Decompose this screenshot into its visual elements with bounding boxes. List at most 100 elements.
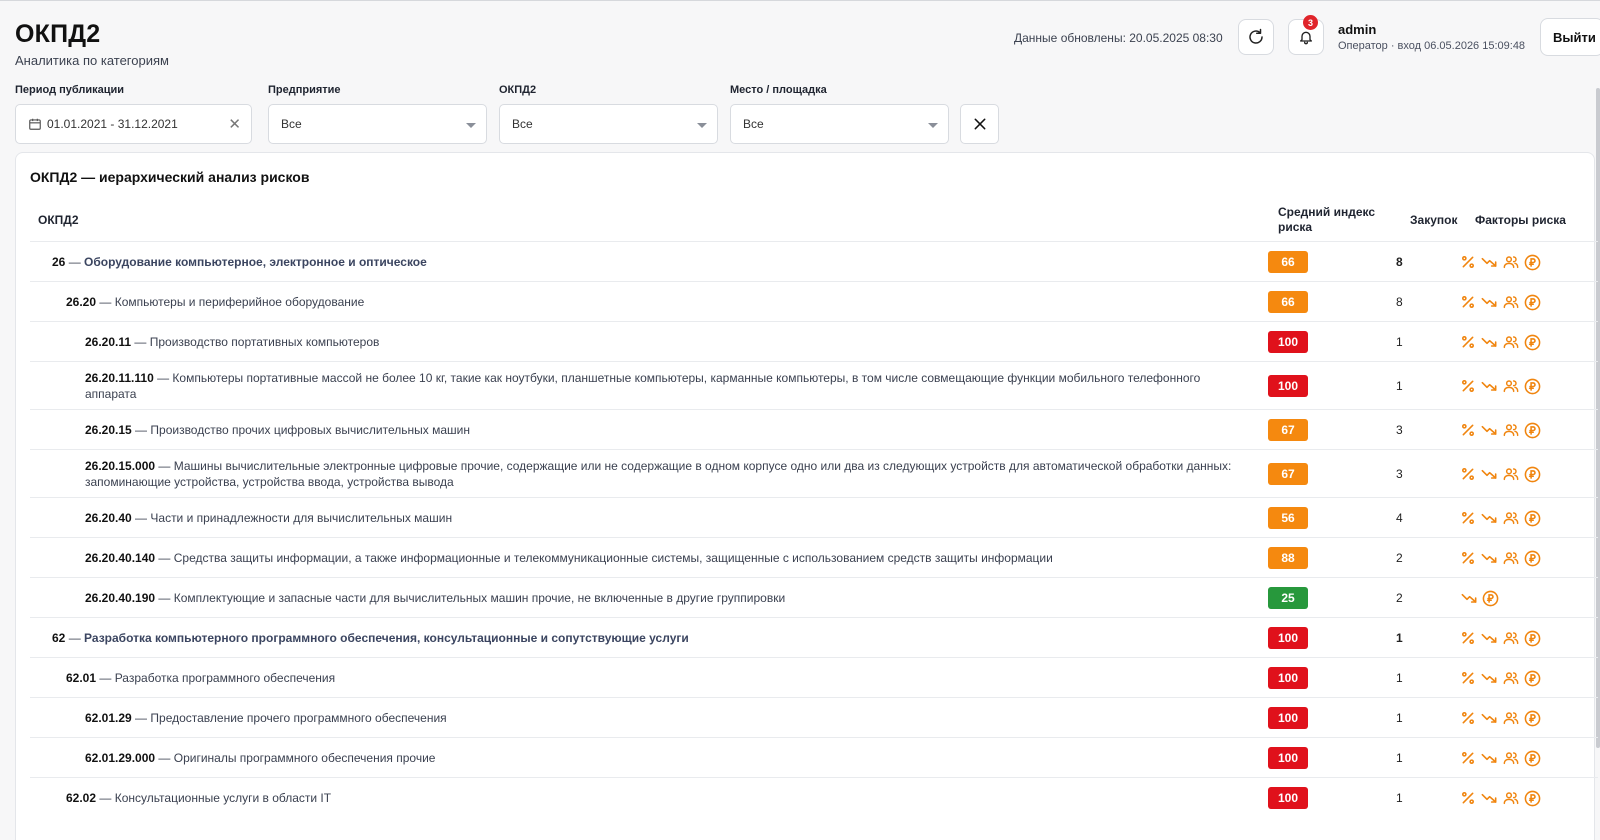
table-row[interactable]: 62.01.29.000 — Оригиналы программного об… xyxy=(30,737,1598,777)
reset-filters-button[interactable] xyxy=(960,104,999,144)
users-icon[interactable] xyxy=(1502,710,1520,726)
table-row[interactable]: 26.20.40.190 — Комплектующие и запасные … xyxy=(30,577,1598,617)
table-row[interactable]: 62.01.29 — Предоставление прочего програ… xyxy=(30,697,1598,737)
risk-factors xyxy=(1460,510,1541,527)
users-icon[interactable] xyxy=(1502,254,1520,270)
okpd-filter-select[interactable]: Все xyxy=(499,104,718,144)
table-row[interactable]: 26.20.15.000 — Машины вычислительные эле… xyxy=(30,449,1598,497)
trend-down-icon[interactable] xyxy=(1480,750,1498,766)
okpd-code: 62.01.29.000 xyxy=(85,750,156,765)
percent-icon[interactable] xyxy=(1460,710,1476,726)
percent-icon[interactable] xyxy=(1460,254,1476,270)
trend-down-icon[interactable] xyxy=(1480,254,1498,270)
trend-down-icon[interactable] xyxy=(1480,710,1498,726)
trend-down-icon[interactable] xyxy=(1480,334,1498,350)
risk-index-badge: 100 xyxy=(1268,375,1308,397)
users-icon[interactable] xyxy=(1502,466,1520,482)
chevron-down-icon xyxy=(928,122,938,128)
percent-icon[interactable] xyxy=(1460,630,1476,646)
percent-icon[interactable] xyxy=(1460,550,1476,566)
refresh-button[interactable] xyxy=(1238,19,1274,55)
risk-factors xyxy=(1460,750,1541,767)
risk-factors xyxy=(1460,254,1541,271)
trend-down-icon[interactable] xyxy=(1480,790,1498,806)
percent-icon[interactable] xyxy=(1460,670,1476,686)
users-icon[interactable] xyxy=(1502,790,1520,806)
trend-down-icon[interactable] xyxy=(1480,550,1498,566)
trend-down-icon[interactable] xyxy=(1480,466,1498,482)
table-row[interactable]: 26.20 — Компьютеры и периферийное оборуд… xyxy=(30,281,1598,321)
okpd-description: Консультационные услуги в области IT xyxy=(114,790,332,805)
table-row[interactable]: 62 — Разработка компьютерного программно… xyxy=(30,617,1598,657)
purchase-count: 8 xyxy=(1396,295,1403,309)
ruble-coin-icon[interactable] xyxy=(1524,254,1541,271)
risk-factors xyxy=(1460,670,1541,687)
trend-down-icon[interactable] xyxy=(1480,294,1498,310)
ruble-coin-icon[interactable] xyxy=(1524,510,1541,527)
trend-down-icon[interactable] xyxy=(1480,630,1498,646)
okpd-name-cell: 26.20.15.000 — Машины вычислительные эле… xyxy=(85,458,1232,489)
ruble-coin-icon[interactable] xyxy=(1524,790,1541,807)
okpd-name-cell: 62 — Разработка компьютерного программно… xyxy=(52,630,689,645)
users-icon[interactable] xyxy=(1502,630,1520,646)
risk-index-badge: 100 xyxy=(1268,667,1308,689)
percent-icon[interactable] xyxy=(1460,466,1476,482)
ruble-coin-icon[interactable] xyxy=(1524,710,1541,727)
okpd-name-cell: 26 — Оборудование компьютерное, электрон… xyxy=(52,254,427,269)
ruble-coin-icon[interactable] xyxy=(1482,590,1499,607)
notifications-button[interactable]: 3 xyxy=(1288,15,1324,55)
table-row[interactable]: 26.20.11 — Производство портативных комп… xyxy=(30,321,1598,361)
bell-icon xyxy=(1300,31,1312,45)
trend-down-icon[interactable] xyxy=(1480,510,1498,526)
ruble-coin-icon[interactable] xyxy=(1524,466,1541,483)
users-icon[interactable] xyxy=(1502,422,1520,438)
okpd-name-cell: 26.20.11 — Производство портативных комп… xyxy=(85,334,380,349)
table-row[interactable]: 26 — Оборудование компьютерное, электрон… xyxy=(30,241,1598,281)
percent-icon[interactable] xyxy=(1460,422,1476,438)
percent-icon[interactable] xyxy=(1460,510,1476,526)
trend-down-icon[interactable] xyxy=(1460,590,1478,606)
users-icon[interactable] xyxy=(1502,294,1520,310)
page-subtitle: Аналитика по категориям xyxy=(15,53,169,68)
table-row[interactable]: 62.02 — Консультационные услуги в област… xyxy=(30,777,1598,817)
okpd-description: Части и принадлежности для вычислительны… xyxy=(150,510,453,525)
table-row[interactable]: 26.20.40.140 — Средства защиты информаци… xyxy=(30,537,1598,577)
users-icon[interactable] xyxy=(1502,550,1520,566)
table-row[interactable]: 26.20.40 — Части и принадлежности для вы… xyxy=(30,497,1598,537)
users-icon[interactable] xyxy=(1502,750,1520,766)
table-row[interactable]: 26.20.11.110 — Компьютеры портативные ма… xyxy=(30,361,1598,409)
percent-icon[interactable] xyxy=(1460,294,1476,310)
users-icon[interactable] xyxy=(1502,670,1520,686)
trend-down-icon[interactable] xyxy=(1480,422,1498,438)
trend-down-icon[interactable] xyxy=(1480,670,1498,686)
place-filter-select[interactable]: Все xyxy=(730,104,949,144)
period-filter-input[interactable]: 01.01.2021 - 31.12.2021 ✕ xyxy=(15,104,252,144)
ruble-coin-icon[interactable] xyxy=(1524,294,1541,311)
okpd-code: 26.20.40.190 xyxy=(85,590,156,605)
percent-icon[interactable] xyxy=(1460,378,1476,394)
okpd-code: 26.20.40 xyxy=(85,510,132,525)
user-name: admin xyxy=(1338,22,1377,37)
table-row[interactable]: 62.01 — Разработка программного обеспече… xyxy=(30,657,1598,697)
table-row[interactable]: 26.20.15 — Производство прочих цифровых … xyxy=(30,409,1598,449)
percent-icon[interactable] xyxy=(1460,334,1476,350)
users-icon[interactable] xyxy=(1502,378,1520,394)
users-icon[interactable] xyxy=(1502,334,1520,350)
logout-button[interactable]: Выйти xyxy=(1540,18,1600,56)
company-filter-select[interactable]: Все xyxy=(268,104,487,144)
ruble-coin-icon[interactable] xyxy=(1524,750,1541,767)
ruble-coin-icon[interactable] xyxy=(1524,630,1541,647)
ruble-coin-icon[interactable] xyxy=(1524,550,1541,567)
percent-icon[interactable] xyxy=(1460,750,1476,766)
ruble-coin-icon[interactable] xyxy=(1524,334,1541,351)
chevron-down-icon xyxy=(697,122,707,128)
ruble-coin-icon[interactable] xyxy=(1524,378,1541,395)
risk-factors xyxy=(1460,710,1541,727)
users-icon[interactable] xyxy=(1502,510,1520,526)
percent-icon[interactable] xyxy=(1460,790,1476,806)
trend-down-icon[interactable] xyxy=(1480,378,1498,394)
risk-factors xyxy=(1460,334,1541,351)
clear-period-icon[interactable]: ✕ xyxy=(228,115,241,133)
ruble-coin-icon[interactable] xyxy=(1524,670,1541,687)
ruble-coin-icon[interactable] xyxy=(1524,422,1541,439)
